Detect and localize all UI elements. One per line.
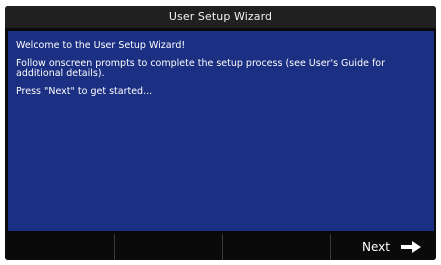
softkey-3[interactable] — [222, 234, 329, 260]
next-button[interactable]: Next — [330, 234, 436, 260]
next-button-label: Next — [362, 240, 390, 254]
start-prompt-text: Press "Next" to get started... — [16, 86, 153, 97]
wizard-content-panel: Welcome to the User Setup Wizard! Follow… — [8, 31, 434, 231]
instructions-text: Follow onscreen prompts to complete the … — [16, 58, 386, 79]
window-title: User Setup Wizard — [5, 6, 436, 28]
softkey-bar: Next — [5, 234, 436, 260]
softkey-1[interactable] — [5, 234, 113, 260]
welcome-text: Welcome to the User Setup Wizard! — [16, 40, 186, 51]
wizard-screen: User Setup Wizard Welcome to the User Se… — [5, 6, 436, 260]
right-arrow-icon — [401, 241, 421, 253]
softkey-2[interactable] — [114, 234, 221, 260]
